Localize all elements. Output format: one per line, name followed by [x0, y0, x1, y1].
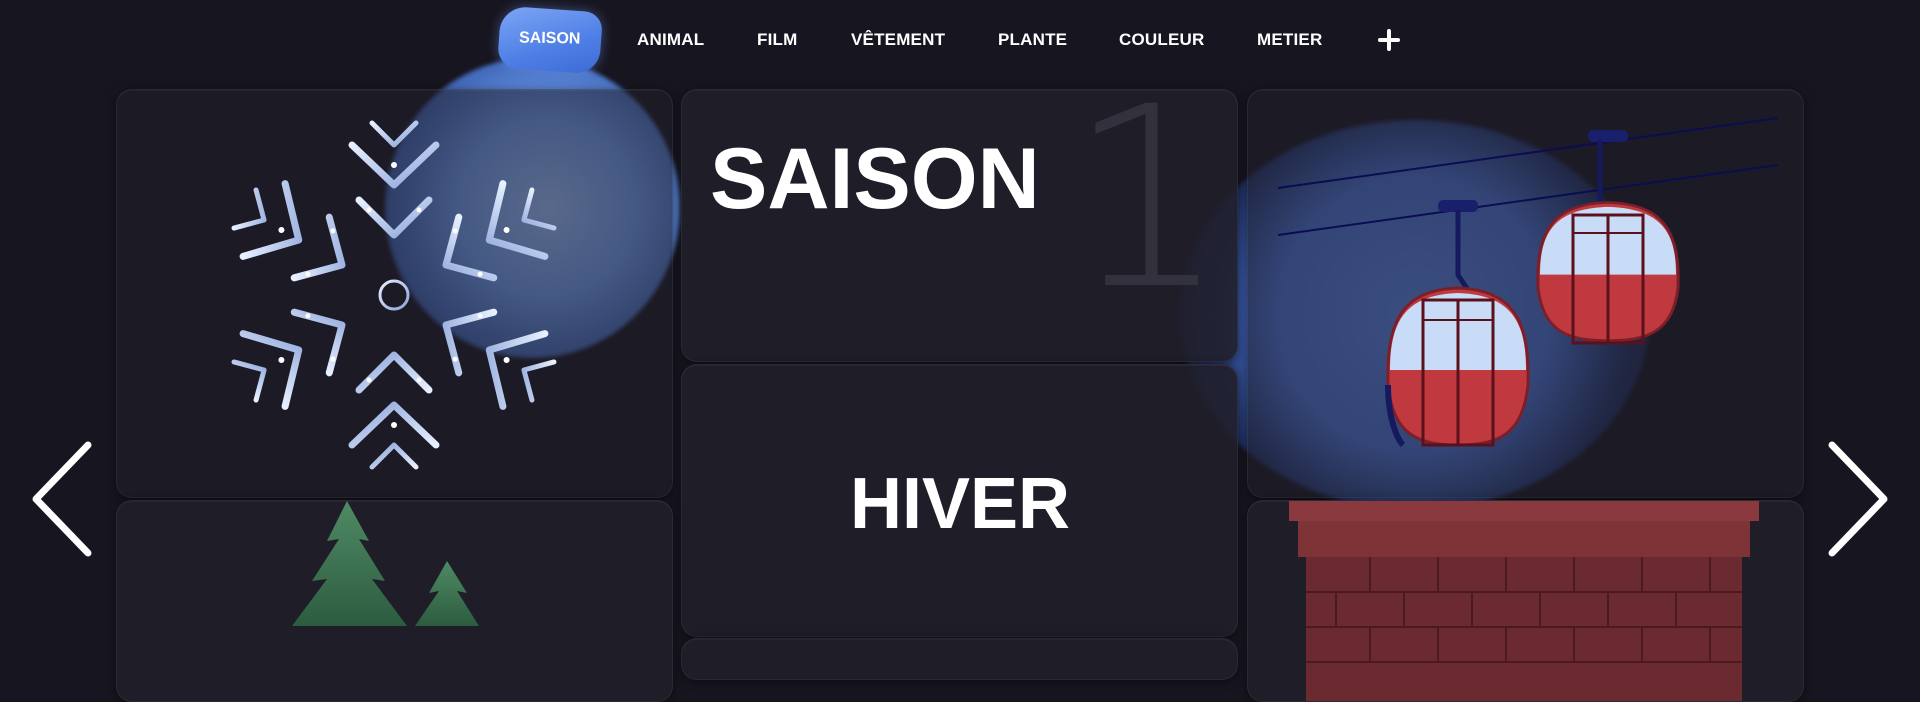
category-number: 1 [1068, 53, 1228, 344]
nav-item-metier[interactable]: METIER [1257, 30, 1322, 50]
nav-item-animal[interactable]: ANIMAL [637, 30, 704, 50]
snowflake-icon [117, 97, 672, 497]
snowflake-card [116, 89, 673, 498]
category-nav: SAISON ANIMAL FILM VÊTEMENT PLANTE COULE… [0, 0, 1920, 80]
chevron-left-icon[interactable] [30, 440, 94, 563]
next-card [681, 638, 1238, 680]
nav-item-film[interactable]: FILM [757, 30, 797, 50]
plus-icon[interactable] [1378, 29, 1400, 56]
nav-item-couleur[interactable]: COULEUR [1119, 30, 1204, 50]
brick-chimney-icon [1289, 501, 1759, 701]
answer-text: HIVER [849, 464, 1071, 544]
chimney-card [1247, 500, 1804, 702]
nav-item-vetement[interactable]: VÊTEMENT [851, 30, 945, 50]
nav-item-label: SAISON [518, 29, 581, 48]
cable-car-icon [1277, 117, 1779, 448]
chevron-right-icon[interactable] [1826, 440, 1890, 563]
nav-item-saison[interactable]: SAISON [496, 5, 604, 75]
fir-trees-icon [292, 501, 479, 626]
trees-card [116, 500, 673, 702]
category-title: SAISON [710, 131, 1040, 227]
cable-car-card [1247, 89, 1804, 498]
nav-item-plante[interactable]: PLANTE [998, 30, 1067, 50]
